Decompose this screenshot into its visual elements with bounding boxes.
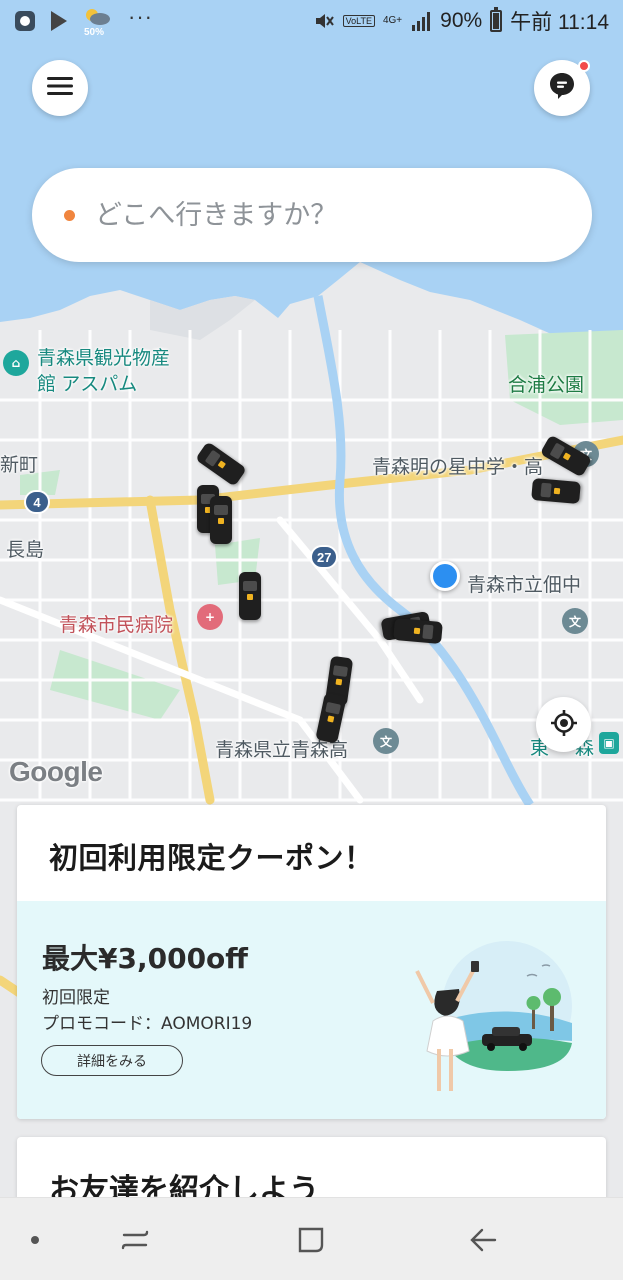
nav-dot-icon[interactable] (20, 1198, 50, 1280)
details-button[interactable]: 詳細をみる (41, 1045, 183, 1076)
volte-badge: VoLTE (342, 15, 375, 27)
clock: 午前 11:14 (510, 11, 609, 34)
play-store-icon (48, 10, 70, 32)
nav-home-icon[interactable] (286, 1198, 336, 1280)
tourist-spot-icon[interactable]: ⌂ (3, 350, 29, 376)
promo-code: プロモコード：AOMORI19 (42, 1014, 253, 1034)
origin-dot-icon (64, 209, 75, 221)
coupon-card[interactable]: 初回利用限定クーポン！ 最大¥3,000off 初回限定 プロモコード：AOMO… (17, 805, 606, 1119)
coupon-title: 初回利用限定クーポン！ (49, 841, 374, 875)
taxi-car-icon (210, 496, 232, 544)
locate-icon (550, 709, 578, 741)
map-label-school-tsukuda[interactable]: 青森市立佃中 (467, 570, 581, 597)
battery-icon (490, 7, 503, 32)
promo-amount: 最大¥3,000off (42, 942, 248, 975)
map-label-park[interactable]: 合浦公園 (508, 370, 584, 397)
weather-icon: 50% (82, 6, 112, 38)
battery-percent: 90% (440, 9, 483, 32)
map-label-tourist-line2[interactable]: 館 アスパム (37, 369, 137, 396)
mute-icon (313, 10, 335, 32)
network-type: 4G+ (382, 15, 403, 26)
user-location-marker (430, 561, 460, 591)
system-navigation-bar (0, 1197, 623, 1280)
more-notifications-icon: ··· (128, 4, 153, 29)
hospital-icon[interactable]: + (197, 604, 223, 630)
map-label-shinmachi: 新町 (0, 455, 39, 476)
messages-button[interactable] (534, 60, 590, 116)
signal-icon (410, 10, 432, 32)
promo-subtitle: 初回限定 (42, 988, 110, 1008)
school-icon[interactable]: 文 (562, 608, 588, 634)
map-label-tourist-line1[interactable]: 青森県観光物産 (37, 343, 170, 370)
map-label-school-hoshi[interactable]: 青森明の星中学・高 (372, 452, 543, 479)
map-label-nagashima: 長島 (6, 540, 45, 561)
menu-icon (47, 76, 73, 100)
coupon-banner[interactable]: 最大¥3,000off 初回限定 プロモコード：AOMORI19 詳細をみる (17, 901, 606, 1119)
school-icon[interactable]: 文 (373, 728, 399, 754)
status-bar: 50% ··· VoLTE 4G+ 90% 午前 11:14 (0, 0, 623, 42)
promo-illustration (407, 931, 577, 1101)
route-shield: 27 (310, 545, 339, 569)
route-shield: 4 (24, 490, 50, 514)
nav-recents-icon[interactable] (110, 1198, 160, 1280)
notification-app-icon (14, 10, 36, 32)
destination-search-bar[interactable] (32, 168, 592, 262)
nav-back-icon[interactable] (458, 1198, 508, 1280)
weather-percent: 50% (84, 27, 105, 38)
my-location-button[interactable] (536, 697, 591, 752)
chat-icon (549, 72, 575, 104)
notification-dot (578, 60, 590, 72)
taxi-car-icon (239, 572, 261, 620)
menu-button[interactable] (32, 60, 88, 116)
taxi-car-icon (531, 477, 581, 505)
taxi-car-icon (393, 617, 443, 645)
destination-search-input[interactable] (95, 199, 515, 231)
google-logo: Google (9, 756, 103, 787)
map-label-hospital[interactable]: 青森市民病院 (59, 610, 173, 637)
train-station-icon[interactable]: ▣ (599, 732, 619, 754)
